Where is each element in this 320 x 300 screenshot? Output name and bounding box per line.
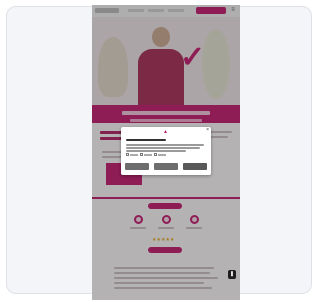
dialog-text bbox=[126, 144, 204, 146]
consent-option-label bbox=[130, 153, 138, 156]
brand-logo: ▲ bbox=[163, 129, 168, 135]
consent-option-label bbox=[144, 153, 152, 156]
dialog-text bbox=[126, 147, 200, 149]
consent-checkbox[interactable] bbox=[154, 153, 157, 156]
dialog-text bbox=[126, 150, 186, 152]
consent-option-label bbox=[158, 153, 166, 156]
dialog-title bbox=[126, 139, 166, 141]
close-icon[interactable]: × bbox=[206, 128, 209, 133]
settings-button[interactable] bbox=[154, 163, 178, 170]
deny-button[interactable] bbox=[125, 163, 149, 170]
chat-icon[interactable]: ❚ bbox=[228, 270, 236, 279]
accept-button[interactable] bbox=[183, 163, 207, 170]
consent-checkbox[interactable] bbox=[126, 153, 129, 156]
consent-checkbox[interactable] bbox=[140, 153, 143, 156]
consent-dialog: ▲ × bbox=[121, 127, 211, 175]
